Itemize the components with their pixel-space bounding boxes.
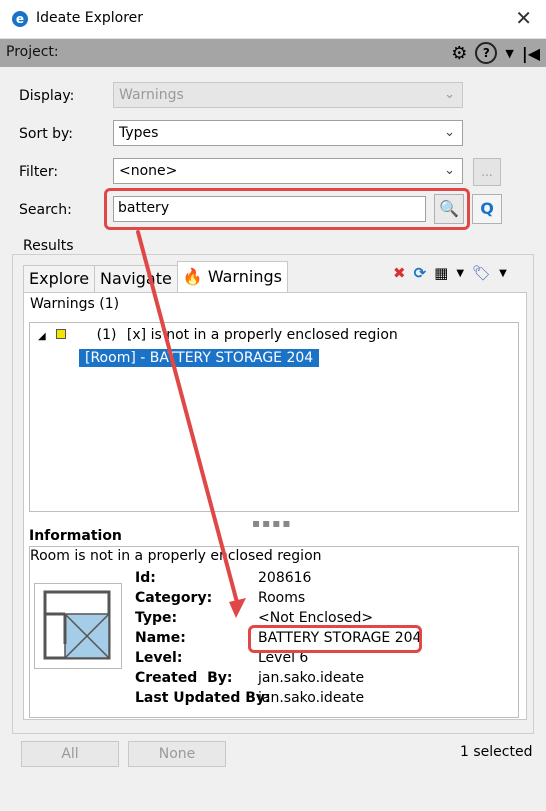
room-diagram-icon [43,590,111,660]
columns-dropdown-icon[interactable]: ▼ [456,268,464,279]
columns-icon[interactable]: ▦ [434,264,448,282]
info-val-created-by: jan.sako.ideate [258,670,365,686]
name-highlight [248,625,422,653]
sort-select[interactable]: Types ⌄ [113,120,463,146]
close-icon[interactable]: ✕ [515,6,532,30]
info-key-last-updated-by: Last Updated By: [135,690,271,706]
filter-label: Filter: [19,164,59,180]
tree-row-selected[interactable]: [Room] - BATTERY STORAGE 204 [79,349,320,367]
title-bar: e Ideate Explorer ✕ [0,0,546,39]
flame-icon: 🔥 [182,267,203,286]
results-label: Results [20,238,77,254]
help-icon[interactable]: ? [475,42,498,64]
sort-value: Types [119,125,159,141]
expand-icon[interactable]: ◢ [38,331,46,342]
window-title: Ideate Explorer [36,10,144,26]
info-key-id: Id: [135,570,156,586]
chevron-down-icon: ⌄ [444,163,455,178]
tab-warnings-label: Warnings [207,267,282,286]
sort-label: Sort by: [19,126,74,142]
collapse-panel-icon[interactable]: |◀ [522,44,540,63]
tab-warnings[interactable]: 🔥 Warnings [176,261,288,292]
splitter-handle[interactable]: ▪▪▪▪ [252,516,293,530]
room-thumbnail [34,583,122,669]
tree-row-warning[interactable]: ◢ (1) [x] is not in a properly enclosed … [38,327,398,343]
warning-count: (1) [96,327,117,343]
info-key-name: Name: [135,630,186,646]
info-key-type: Type: [135,610,178,626]
info-val-id: 208616 [258,570,312,586]
tab-explore[interactable]: Explore [23,265,96,292]
display-value: Warnings [119,87,184,103]
display-label: Display: [19,88,75,104]
search-icon: Q [480,199,494,218]
select-all-button[interactable]: All [21,741,119,767]
select-none-button[interactable]: None [128,741,226,767]
chevron-down-icon: ⌄ [444,125,455,140]
selected-count: 1 selected [460,744,533,760]
warning-text: [x] is not in a properly enclosed region [126,327,398,343]
info-val-type: <Not Enclosed> [258,610,374,626]
project-label: Project: [6,44,59,60]
warning-square-icon [56,329,67,339]
refresh-icon[interactable]: ⟳ [414,264,427,282]
info-val-last-updated-by: jan.sako.ideate [258,690,365,706]
info-title: Information [29,528,122,544]
info-val-category: Rooms [258,590,306,606]
gear-icon[interactable]: ⚙ [451,43,467,64]
tab-navigate[interactable]: Navigate [94,265,178,292]
chevron-down-icon: ⌄ [444,87,455,102]
ideate-logo-icon: e [12,11,28,27]
warnings-header: Warnings (1) [30,296,120,312]
filter-select[interactable]: <none> ⌄ [113,158,463,184]
info-description: Room is not in a properly enclosed regio… [30,548,322,564]
filter-options-button[interactable]: ... [473,158,501,186]
results-toolbar: ✖ ⟳ ▦ ▼ 🏷 ▼ [393,264,507,282]
project-bar: Project: ⚙ ? ▼ |◀ [0,39,546,67]
search-highlight [104,188,470,230]
filter-value: <none> [119,163,178,179]
info-key-level: Level: [135,650,183,666]
tag-dropdown-icon[interactable]: ▼ [499,268,507,279]
delete-icon[interactable]: ✖ [393,264,406,282]
help-dropdown-icon[interactable]: ▼ [505,47,513,60]
info-key-created-by: Created By: [135,670,233,686]
search-label: Search: [19,202,72,218]
results-tabs: Explore Navigate 🔥 Warnings [23,261,288,292]
display-select[interactable]: Warnings ⌄ [113,82,463,108]
svg-text:e: e [16,12,24,26]
info-key-category: Category: [135,590,213,606]
search-button[interactable]: Q [472,194,502,224]
tag-icon[interactable]: 🏷 [472,264,491,282]
